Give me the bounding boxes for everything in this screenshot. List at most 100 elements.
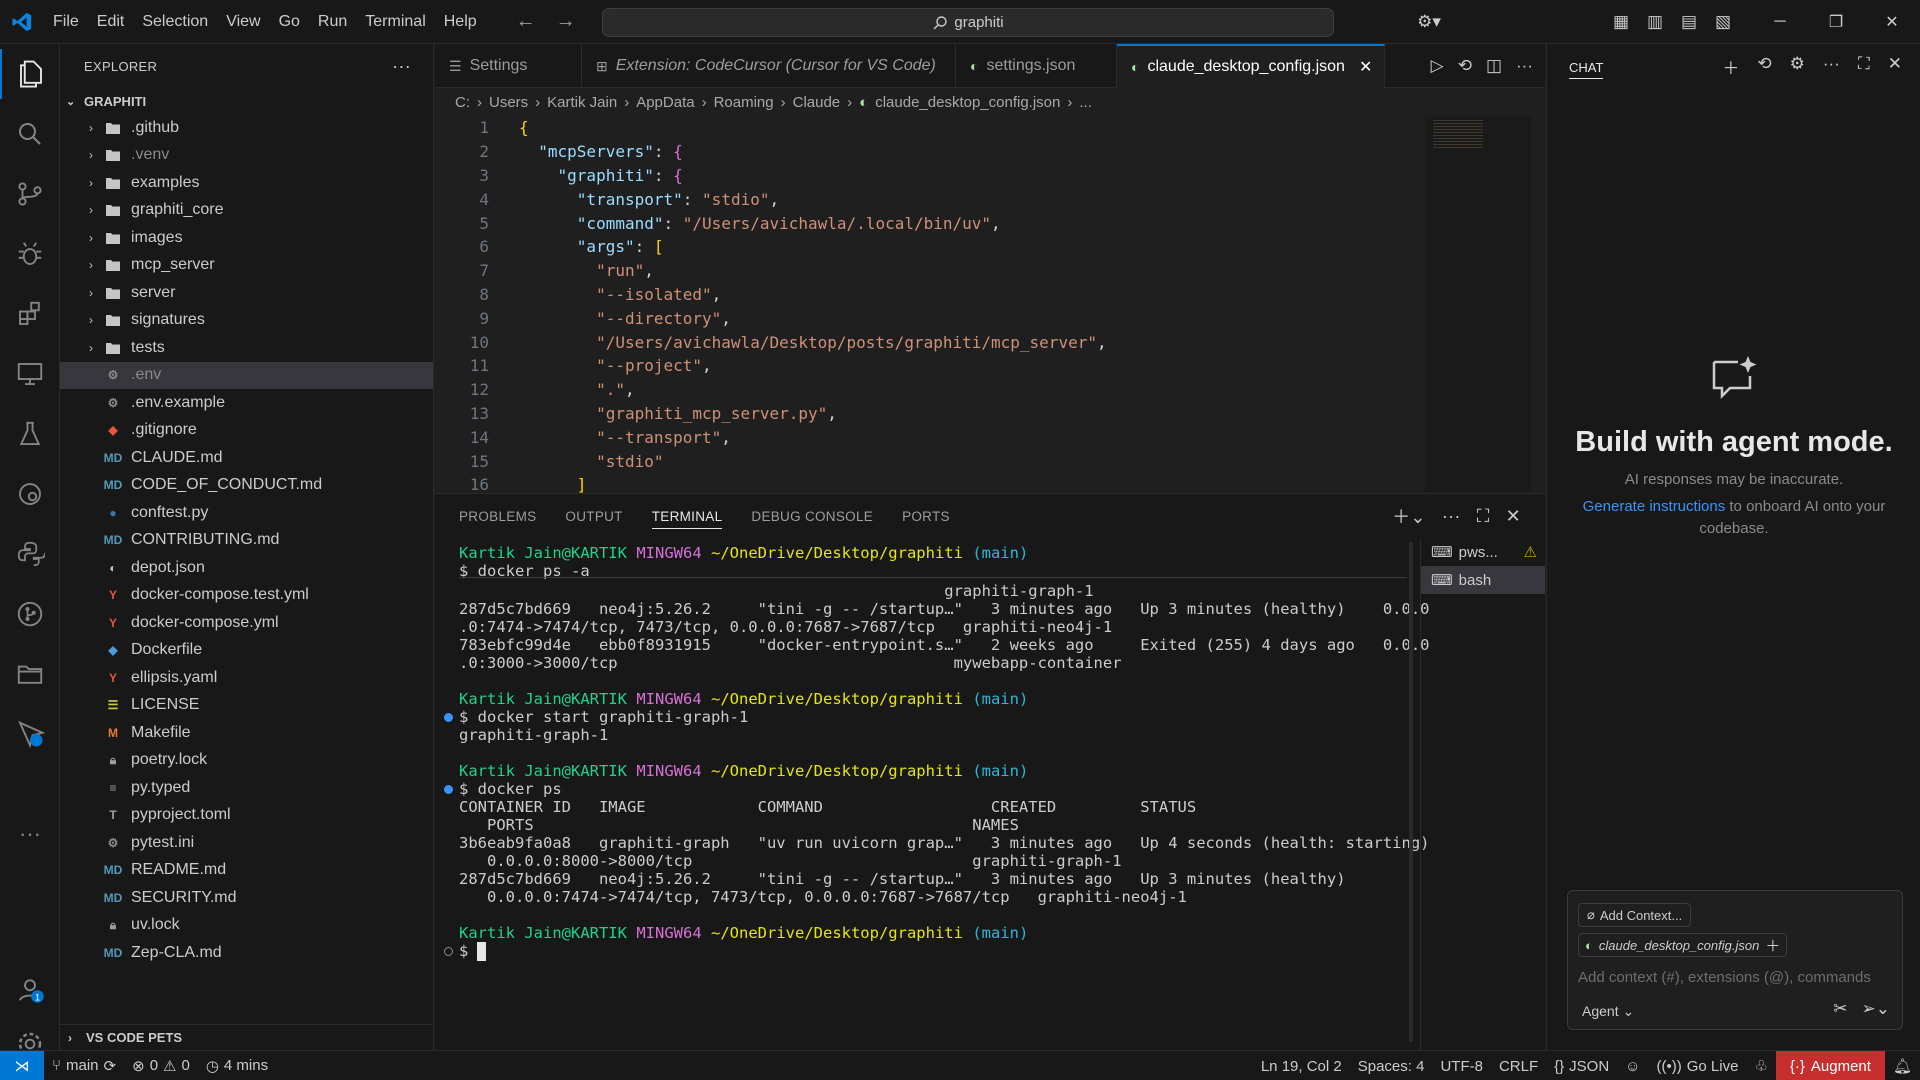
remote-indicator-icon[interactable]: ⋊ — [0, 1050, 44, 1080]
file-item[interactable]: ⚙ .env — [60, 361, 433, 389]
language-mode[interactable]: {} JSON — [1546, 1058, 1617, 1075]
workspace-root[interactable]: ⌄ GRAPHITI — [60, 88, 433, 114]
close-tab-icon[interactable]: ✕ — [1359, 57, 1372, 77]
toggle-panel-icon[interactable]: ▤ — [1672, 12, 1706, 32]
maximize-chat-icon[interactable]: ⛶ — [1858, 54, 1870, 79]
run-debug-icon[interactable] — [0, 229, 60, 279]
toggle-secondary-sidebar-icon[interactable]: ▧ — [1706, 12, 1740, 32]
file-item[interactable]: 🔒︎ uv.lock — [60, 912, 433, 940]
add-file-icon[interactable]: ＋ — [1765, 935, 1780, 956]
tab-claude-desktop-config[interactable]: ◐ claude_desktop_config.json ✕ — [1117, 44, 1385, 88]
restore-icon[interactable]: ❐ — [1808, 12, 1864, 32]
file-item[interactable]: ⚙ .env.example — [60, 389, 433, 417]
folder-item[interactable]: › examples — [60, 169, 433, 197]
breadcrumb-item[interactable]: Kartik Jain — [547, 94, 617, 111]
accounts-icon[interactable]: 1 — [0, 964, 60, 1014]
close-window-icon[interactable]: ✕ — [1864, 12, 1920, 32]
file-item[interactable]: ● conftest.py — [60, 499, 433, 527]
terminal-item-bash[interactable]: ⌨ bash — [1421, 566, 1545, 594]
breadcrumb-item[interactable]: ... — [1079, 94, 1092, 111]
file-item[interactable]: M Makefile — [60, 719, 433, 747]
file-item[interactable]: MD CONTRIBUTING.md — [60, 527, 433, 555]
timer-pointer-icon[interactable] — [0, 709, 60, 759]
menu-run[interactable]: Run — [309, 0, 356, 44]
command-center-search[interactable]: graphiti — [602, 8, 1334, 37]
terminal-output[interactable]: Kartik Jain@KARTIK MINGW64 ~/OneDrive/De… — [435, 538, 1430, 1051]
time-tracker-status[interactable]: ◷ 4 mins — [198, 1057, 276, 1075]
go-live-button[interactable]: ((•)) Go Live — [1649, 1058, 1747, 1075]
chat-settings-icon[interactable]: ⚙ — [1790, 54, 1805, 79]
docker-explorer-icon[interactable] — [0, 469, 60, 519]
folder-item[interactable]: › signatures — [60, 307, 433, 335]
breadcrumb-item[interactable]: Users — [489, 94, 528, 111]
menu-view[interactable]: View — [217, 0, 269, 44]
folder-item[interactable]: › mcp_server — [60, 252, 433, 280]
maximize-panel-icon[interactable]: ⛶ — [1477, 506, 1490, 527]
tab-settings[interactable]: ☰ Settings — [435, 44, 582, 88]
branch-status[interactable]: ⑂ main ⟳ — [44, 1057, 124, 1075]
file-item[interactable]: MD CODE_OF_CONDUCT.md — [60, 472, 433, 500]
new-terminal-icon[interactable]: ＋⌄ — [1392, 503, 1426, 529]
chat-input-box[interactable]: ⌀ Add Context... ◐ claude_desktop_config.j… — [1567, 890, 1903, 1030]
testing-icon[interactable] — [0, 409, 60, 459]
new-chat-icon[interactable]: ＋ — [1722, 54, 1739, 79]
agent-mode-dropdown[interactable]: Agent ⌄ — [1582, 1003, 1634, 1020]
split-editor-icon[interactable]: ◫ — [1486, 56, 1502, 76]
folder-item[interactable]: › .github — [60, 114, 433, 142]
menu-terminal[interactable]: Terminal — [356, 0, 434, 44]
file-item[interactable]: Ydocker-compose.yml — [60, 609, 433, 637]
git-graph-icon[interactable] — [0, 589, 60, 639]
tab-extension-codecursor[interactable]: ⊞ Extension: CodeCursor (Cursor for VS C… — [582, 44, 956, 88]
send-icon[interactable]: ➢⌄ — [1862, 999, 1891, 1019]
indentation[interactable]: Spaces: 4 — [1350, 1058, 1433, 1075]
minimize-icon[interactable]: ─ — [1752, 13, 1808, 31]
more-icon[interactable]: ··· — [0, 809, 60, 859]
menu-file[interactable]: File — [44, 0, 88, 44]
file-item[interactable]: ≡ py.typed — [60, 774, 433, 802]
editor-more-icon[interactable]: ··· — [1516, 56, 1533, 76]
breadcrumb-item[interactable]: Claude — [793, 94, 841, 111]
command-decoration-icon[interactable] — [444, 713, 453, 722]
python-icon[interactable] — [0, 529, 60, 579]
breadcrumb-item[interactable]: C: — [455, 94, 470, 111]
source-control-icon[interactable] — [0, 169, 60, 219]
encoding[interactable]: UTF-8 — [1432, 1058, 1491, 1075]
forward-arrow-icon[interactable]: → — [556, 10, 576, 33]
extensions-icon[interactable] — [0, 289, 60, 339]
folder-item[interactable]: › .venv — [60, 142, 433, 170]
explorer-icon[interactable] — [0, 49, 60, 99]
tab-terminal[interactable]: TERMINAL — [651, 509, 723, 529]
cursor-position[interactable]: Ln 19, Col 2 — [1253, 1058, 1350, 1075]
problems-status[interactable]: ⊗ 0 ⚠ 0 — [124, 1057, 198, 1075]
copilot-status-icon[interactable]: ☺ — [1617, 1058, 1648, 1075]
folder-item[interactable]: › graphiti_core — [60, 197, 433, 225]
vscode-pets-section[interactable]: › VS CODE PETS — [60, 1024, 434, 1050]
tab-ports[interactable]: PORTS — [902, 509, 950, 524]
tab-settings-json[interactable]: ◐ settings.json — [956, 44, 1117, 88]
menu-selection[interactable]: Selection — [133, 0, 217, 44]
file-item[interactable]: ◆ Dockerfile — [60, 637, 433, 665]
file-item[interactable]: MD CLAUDE.md — [60, 444, 433, 472]
add-context-button[interactable]: ⌀ Add Context... — [1578, 903, 1692, 927]
command-decoration-icon[interactable] — [444, 785, 453, 794]
minimap[interactable] — [1425, 116, 1535, 492]
context-file-chip[interactable]: ◐ claude_desktop_config.json ＋ — [1578, 933, 1788, 957]
chat-more-icon[interactable]: ··· — [1823, 54, 1840, 79]
terminal-item-pwsh[interactable]: ⌨ pws... ⚠ — [1421, 538, 1545, 566]
file-item[interactable]: MD SECURITY.md — [60, 884, 433, 912]
file-item[interactable]: ◐ depot.json — [60, 554, 433, 582]
file-item[interactable]: 🔒︎ poetry.lock — [60, 747, 433, 775]
menu-help[interactable]: Help — [435, 0, 486, 44]
file-item[interactable]: Ydocker-compose.test.yml — [60, 582, 433, 610]
timeline-icon[interactable]: ⟲ — [1458, 56, 1472, 76]
run-icon[interactable]: ▷ — [1431, 56, 1444, 76]
code-editor[interactable]: 1{2 "mcpServers": {3 "graphiti": {4 "tra… — [435, 116, 1423, 494]
close-panel-icon[interactable]: ✕ — [1506, 506, 1521, 527]
terminal-scrollbar[interactable] — [1409, 542, 1413, 1042]
menu-go[interactable]: Go — [270, 0, 309, 44]
file-item[interactable]: ◆ .gitignore — [60, 417, 433, 445]
breadcrumb-item[interactable]: AppData — [636, 94, 694, 111]
file-item[interactable]: MD README.md — [60, 857, 433, 885]
notifications-bell-icon[interactable]: 🔔︎ — [1885, 1057, 1920, 1075]
file-item[interactable]: Tpyproject.toml — [60, 802, 433, 830]
